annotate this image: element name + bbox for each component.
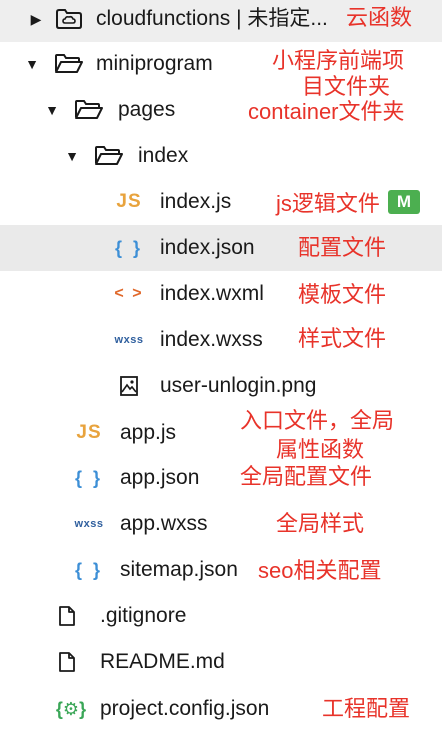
tree-item-label: user-unlogin.png	[160, 374, 317, 397]
tree-item-label: app.js	[120, 421, 177, 444]
tree-item-label: project.config.json	[100, 697, 270, 720]
json-file-icon: { }	[114, 237, 143, 258]
annotation-pages: container文件夹	[248, 99, 405, 124]
annotation-project-config: 工程配置	[322, 696, 411, 721]
tree-item-label: README.md	[100, 650, 225, 673]
wxss-file-icon: wxss	[74, 518, 104, 530]
tree-item-label: index.json	[160, 236, 255, 259]
tree-item-label: index.wxml	[160, 282, 264, 305]
js-file-icon: JS	[116, 191, 142, 212]
chevron-down-icon[interactable]: ▼	[62, 133, 82, 179]
annotation-app-wxss: 全局样式	[276, 511, 365, 536]
chevron-down-icon[interactable]: ▼	[42, 87, 62, 133]
annotation-index-wxss: 样式文件	[298, 326, 387, 351]
file-icon	[50, 593, 84, 639]
wxml-file-icon: < >	[114, 285, 144, 302]
chevron-down-icon[interactable]: ▼	[22, 41, 42, 87]
config-file-icon: {⚙}	[55, 698, 87, 719]
json-file-icon: { }	[74, 467, 103, 488]
image-icon	[112, 363, 146, 409]
annotation-app-js-line2: 属性函数	[276, 437, 365, 462]
tree-item-label: index	[138, 144, 189, 167]
git-modified-badge: M	[388, 190, 420, 214]
tree-item-label: miniprogram	[96, 52, 213, 75]
cloud-folder-icon	[52, 0, 86, 42]
annotation-sitemap-json: seo相关配置	[258, 558, 382, 583]
tree-item-label: sitemap.json	[120, 558, 238, 581]
annotation-app-js-line1: 入口文件，全局	[240, 408, 395, 433]
folder-open-icon	[52, 41, 86, 87]
annotation-index-wxml: 模板文件	[298, 282, 387, 307]
json-file-icon: { }	[74, 559, 103, 580]
tree-item-app-wxss[interactable]: wxss app.wxss	[0, 501, 442, 547]
chevron-right-icon[interactable]: ▶	[26, 0, 46, 42]
wxss-file-icon: wxss	[114, 334, 144, 346]
tree-item-label: pages	[118, 98, 176, 121]
tree-item-index-folder[interactable]: ▼ index	[0, 133, 442, 179]
tree-item-readme[interactable]: README.md	[0, 639, 442, 685]
file-icon	[50, 639, 84, 685]
annotation-index-js: js逻辑文件	[276, 191, 380, 216]
tree-item-label: app.wxss	[120, 512, 208, 535]
tree-item-label: index.wxss	[160, 328, 263, 351]
folder-open-icon	[92, 133, 126, 179]
tree-item-app-json[interactable]: { } app.json	[0, 455, 442, 501]
folder-open-icon	[72, 87, 106, 133]
annotation-index-json: 配置文件	[298, 235, 387, 260]
js-file-icon: JS	[76, 422, 102, 443]
tree-item-label: app.json	[120, 466, 200, 489]
tree-item-user-unlogin[interactable]: user-unlogin.png	[0, 363, 442, 409]
annotation-cloudfunctions: 云函数	[346, 5, 413, 30]
annotation-miniprogram-line2: 目文件夹	[302, 74, 391, 99]
annotation-app-json: 全局配置文件	[240, 464, 373, 489]
tree-item-gitignore[interactable]: .gitignore	[0, 593, 442, 639]
tree-item-label: index.js	[160, 190, 232, 213]
tree-item-label: cloudfunctions | 未指定...	[96, 7, 328, 30]
annotation-miniprogram-line1: 小程序前端项	[272, 48, 405, 73]
tree-item-label: .gitignore	[100, 604, 187, 627]
